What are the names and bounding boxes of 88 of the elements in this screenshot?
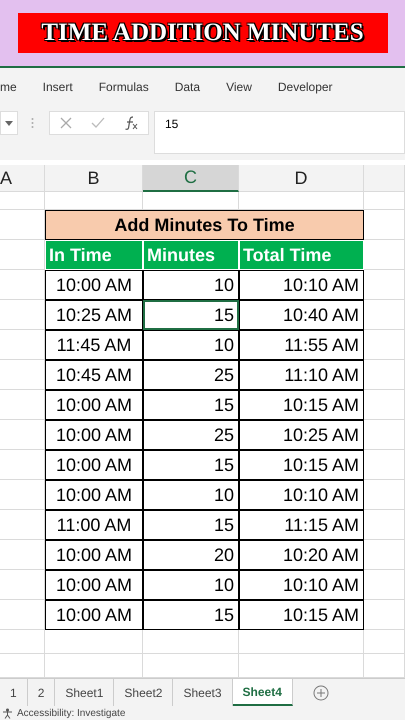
dropdown-icon[interactable] <box>5 120 13 126</box>
empty-cell <box>0 420 45 450</box>
empty-cell <box>364 360 405 390</box>
table-cell: 11:45 AM <box>45 330 143 360</box>
empty-cell <box>0 630 45 654</box>
empty-cell <box>0 270 45 300</box>
empty-cell <box>0 570 45 600</box>
table-cell: 10:25 AM <box>45 300 143 330</box>
column-heading: In Time <box>45 240 143 270</box>
column-heading: Minutes <box>143 240 239 270</box>
empty-cell <box>0 330 45 360</box>
empty-cell <box>364 540 405 570</box>
table-cell: 10:00 AM <box>45 450 143 480</box>
formula-input[interactable]: 15 <box>154 111 405 154</box>
empty-cell <box>364 480 405 510</box>
empty-cell <box>0 600 45 630</box>
empty-cell <box>364 390 405 420</box>
function-icon[interactable] <box>124 116 138 130</box>
table-cell: 10:10 AM <box>239 570 364 600</box>
ribbon-tab[interactable]: Insert <box>30 68 86 105</box>
table-cell: 10:40 AM <box>239 300 364 330</box>
empty-cell <box>364 192 405 210</box>
add-sheet-icon[interactable] <box>312 684 329 700</box>
empty-cell <box>0 300 45 330</box>
empty-cell <box>364 570 405 600</box>
column-header[interactable]: A <box>0 165 45 192</box>
table-cell: 10:00 AM <box>45 570 143 600</box>
empty-cell <box>0 450 45 480</box>
sheet-tab[interactable]: Sheet4 <box>232 679 293 706</box>
table-cell: 10:15 AM <box>239 450 364 480</box>
table-cell[interactable]: 10 <box>143 330 239 360</box>
table-cell: 10:10 AM <box>239 480 364 510</box>
close-icon[interactable] <box>60 117 72 129</box>
table-title: Add Minutes To Time <box>45 210 364 240</box>
column-header[interactable]: C <box>143 165 239 192</box>
ribbon-tab[interactable]: Formulas <box>86 68 162 105</box>
empty-cell <box>364 330 405 360</box>
accessibility-icon <box>2 708 13 718</box>
column-header[interactable]: D <box>239 165 364 192</box>
empty-cell <box>364 510 405 540</box>
empty-cell <box>364 420 405 450</box>
empty-cell <box>0 540 45 570</box>
empty-cell <box>364 270 405 300</box>
table-cell: 10:45 AM <box>45 360 143 390</box>
table-cell: 10:15 AM <box>239 390 364 420</box>
empty-cell <box>0 390 45 420</box>
banner-title: TIME ADDITION MINUTES <box>18 13 388 53</box>
table-cell: 10:20 AM <box>239 540 364 570</box>
table-cell: 10:00 AM <box>45 270 143 300</box>
table-cell: 10:15 AM <box>239 600 364 630</box>
table-cell: 10:25 AM <box>239 420 364 450</box>
empty-cell <box>364 630 405 654</box>
table-cell: 11:55 AM <box>239 330 364 360</box>
table-cell[interactable]: 15 <box>143 600 239 630</box>
empty-cell <box>0 480 45 510</box>
column-heading: Total Time <box>239 240 364 270</box>
table-cell: 11:15 AM <box>239 510 364 540</box>
ribbon-tab[interactable]: View <box>213 68 265 105</box>
grip-icon <box>31 117 34 129</box>
table-cell: 11:10 AM <box>239 360 364 390</box>
table-cell: 10:10 AM <box>239 270 364 300</box>
table-cell: 10:00 AM <box>45 420 143 450</box>
ribbon-tab[interactable]: Data <box>162 68 214 105</box>
table-cell[interactable]: 25 <box>143 420 239 450</box>
table-cell: 10:00 AM <box>45 540 143 570</box>
table-cell[interactable]: 10 <box>143 270 239 300</box>
empty-cell <box>364 600 405 630</box>
ribbon-tab[interactable]: Developer <box>264 68 346 105</box>
empty-cell <box>0 192 45 210</box>
name-box[interactable] <box>0 111 18 135</box>
table-cell: 10:00 AM <box>45 600 143 630</box>
table-cell[interactable]: 10 <box>143 570 239 600</box>
empty-cell <box>364 300 405 330</box>
table-cell: 11:00 AM <box>45 510 143 540</box>
table-cell[interactable]: 15 <box>143 450 239 480</box>
table-cell[interactable]: 15 <box>143 510 239 540</box>
table-cell[interactable]: 20 <box>143 540 239 570</box>
empty-cell <box>364 450 405 480</box>
table-cell: 10:00 AM <box>45 480 143 510</box>
table-cell[interactable]: 10 <box>143 480 239 510</box>
checkmark-icon[interactable] <box>90 117 105 129</box>
ribbon-tab[interactable]: me <box>0 68 30 105</box>
table-cell[interactable]: 25 <box>143 360 239 390</box>
empty-cell <box>0 510 45 540</box>
table-cell[interactable]: 15 <box>143 300 239 330</box>
table-cell[interactable]: 15 <box>143 390 239 420</box>
empty-cell <box>0 360 45 390</box>
table-cell: 10:00 AM <box>45 390 143 420</box>
